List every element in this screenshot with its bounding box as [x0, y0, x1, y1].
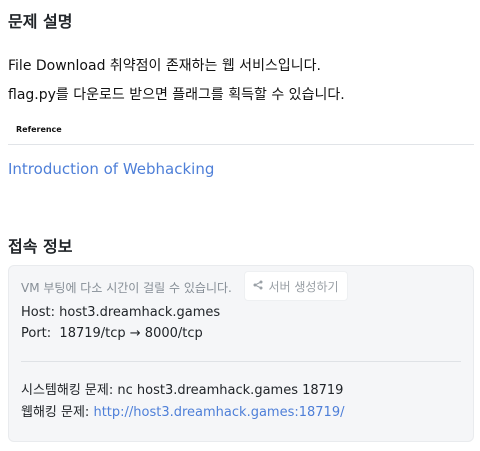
problem-description-heading: 문제 설명 — [8, 12, 73, 31]
description-line-2: flag.py를 다운로드 받으면 플래그를 획득할 수 있습니다. — [8, 87, 345, 103]
port-line: Port: 18719/tcp → 8000/tcp — [21, 326, 203, 341]
share-icon — [253, 279, 263, 293]
port-value: 18719/tcp → 8000/tcp — [59, 326, 203, 341]
box-divider — [21, 361, 461, 362]
system-hacking-command: nc host3.dreamhack.games 18719 — [117, 383, 344, 398]
system-hacking-label: 시스템해킹 문제: — [21, 383, 114, 398]
create-server-label: 서버 생성하기 — [268, 279, 339, 294]
port-label: Port: — [21, 326, 52, 341]
description-line-1: File Download 취약점이 존재하는 웹 서비스입니다. — [8, 58, 321, 74]
host-label: Host: — [21, 305, 55, 320]
divider — [8, 144, 474, 145]
system-hacking-line: 시스템해킹 문제: nc host3.dreamhack.games 18719 — [21, 379, 343, 398]
reference-label: Reference — [16, 125, 62, 134]
reference-link[interactable]: Introduction of Webhacking — [8, 160, 214, 178]
create-server-button[interactable]: 서버 생성하기 — [244, 271, 348, 301]
web-hacking-url-link[interactable]: http://host3.dreamhack.games:18719/ — [93, 405, 344, 420]
host-line: Host: host3.dreamhack.games — [21, 305, 220, 320]
host-value: host3.dreamhack.games — [59, 305, 221, 320]
web-hacking-label: 웹해킹 문제: — [21, 405, 90, 420]
web-hacking-line: 웹해킹 문제: http://host3.dreamhack.games:187… — [21, 401, 344, 420]
connection-info-box: VM 부팅에 다소 시간이 걸릴 수 있습니다. 서버 생성하기 Host: h… — [8, 265, 474, 442]
connection-info-heading: 접속 정보 — [8, 237, 73, 256]
vm-boot-note: VM 부팅에 다소 시간이 걸릴 수 있습니다. — [21, 281, 232, 295]
